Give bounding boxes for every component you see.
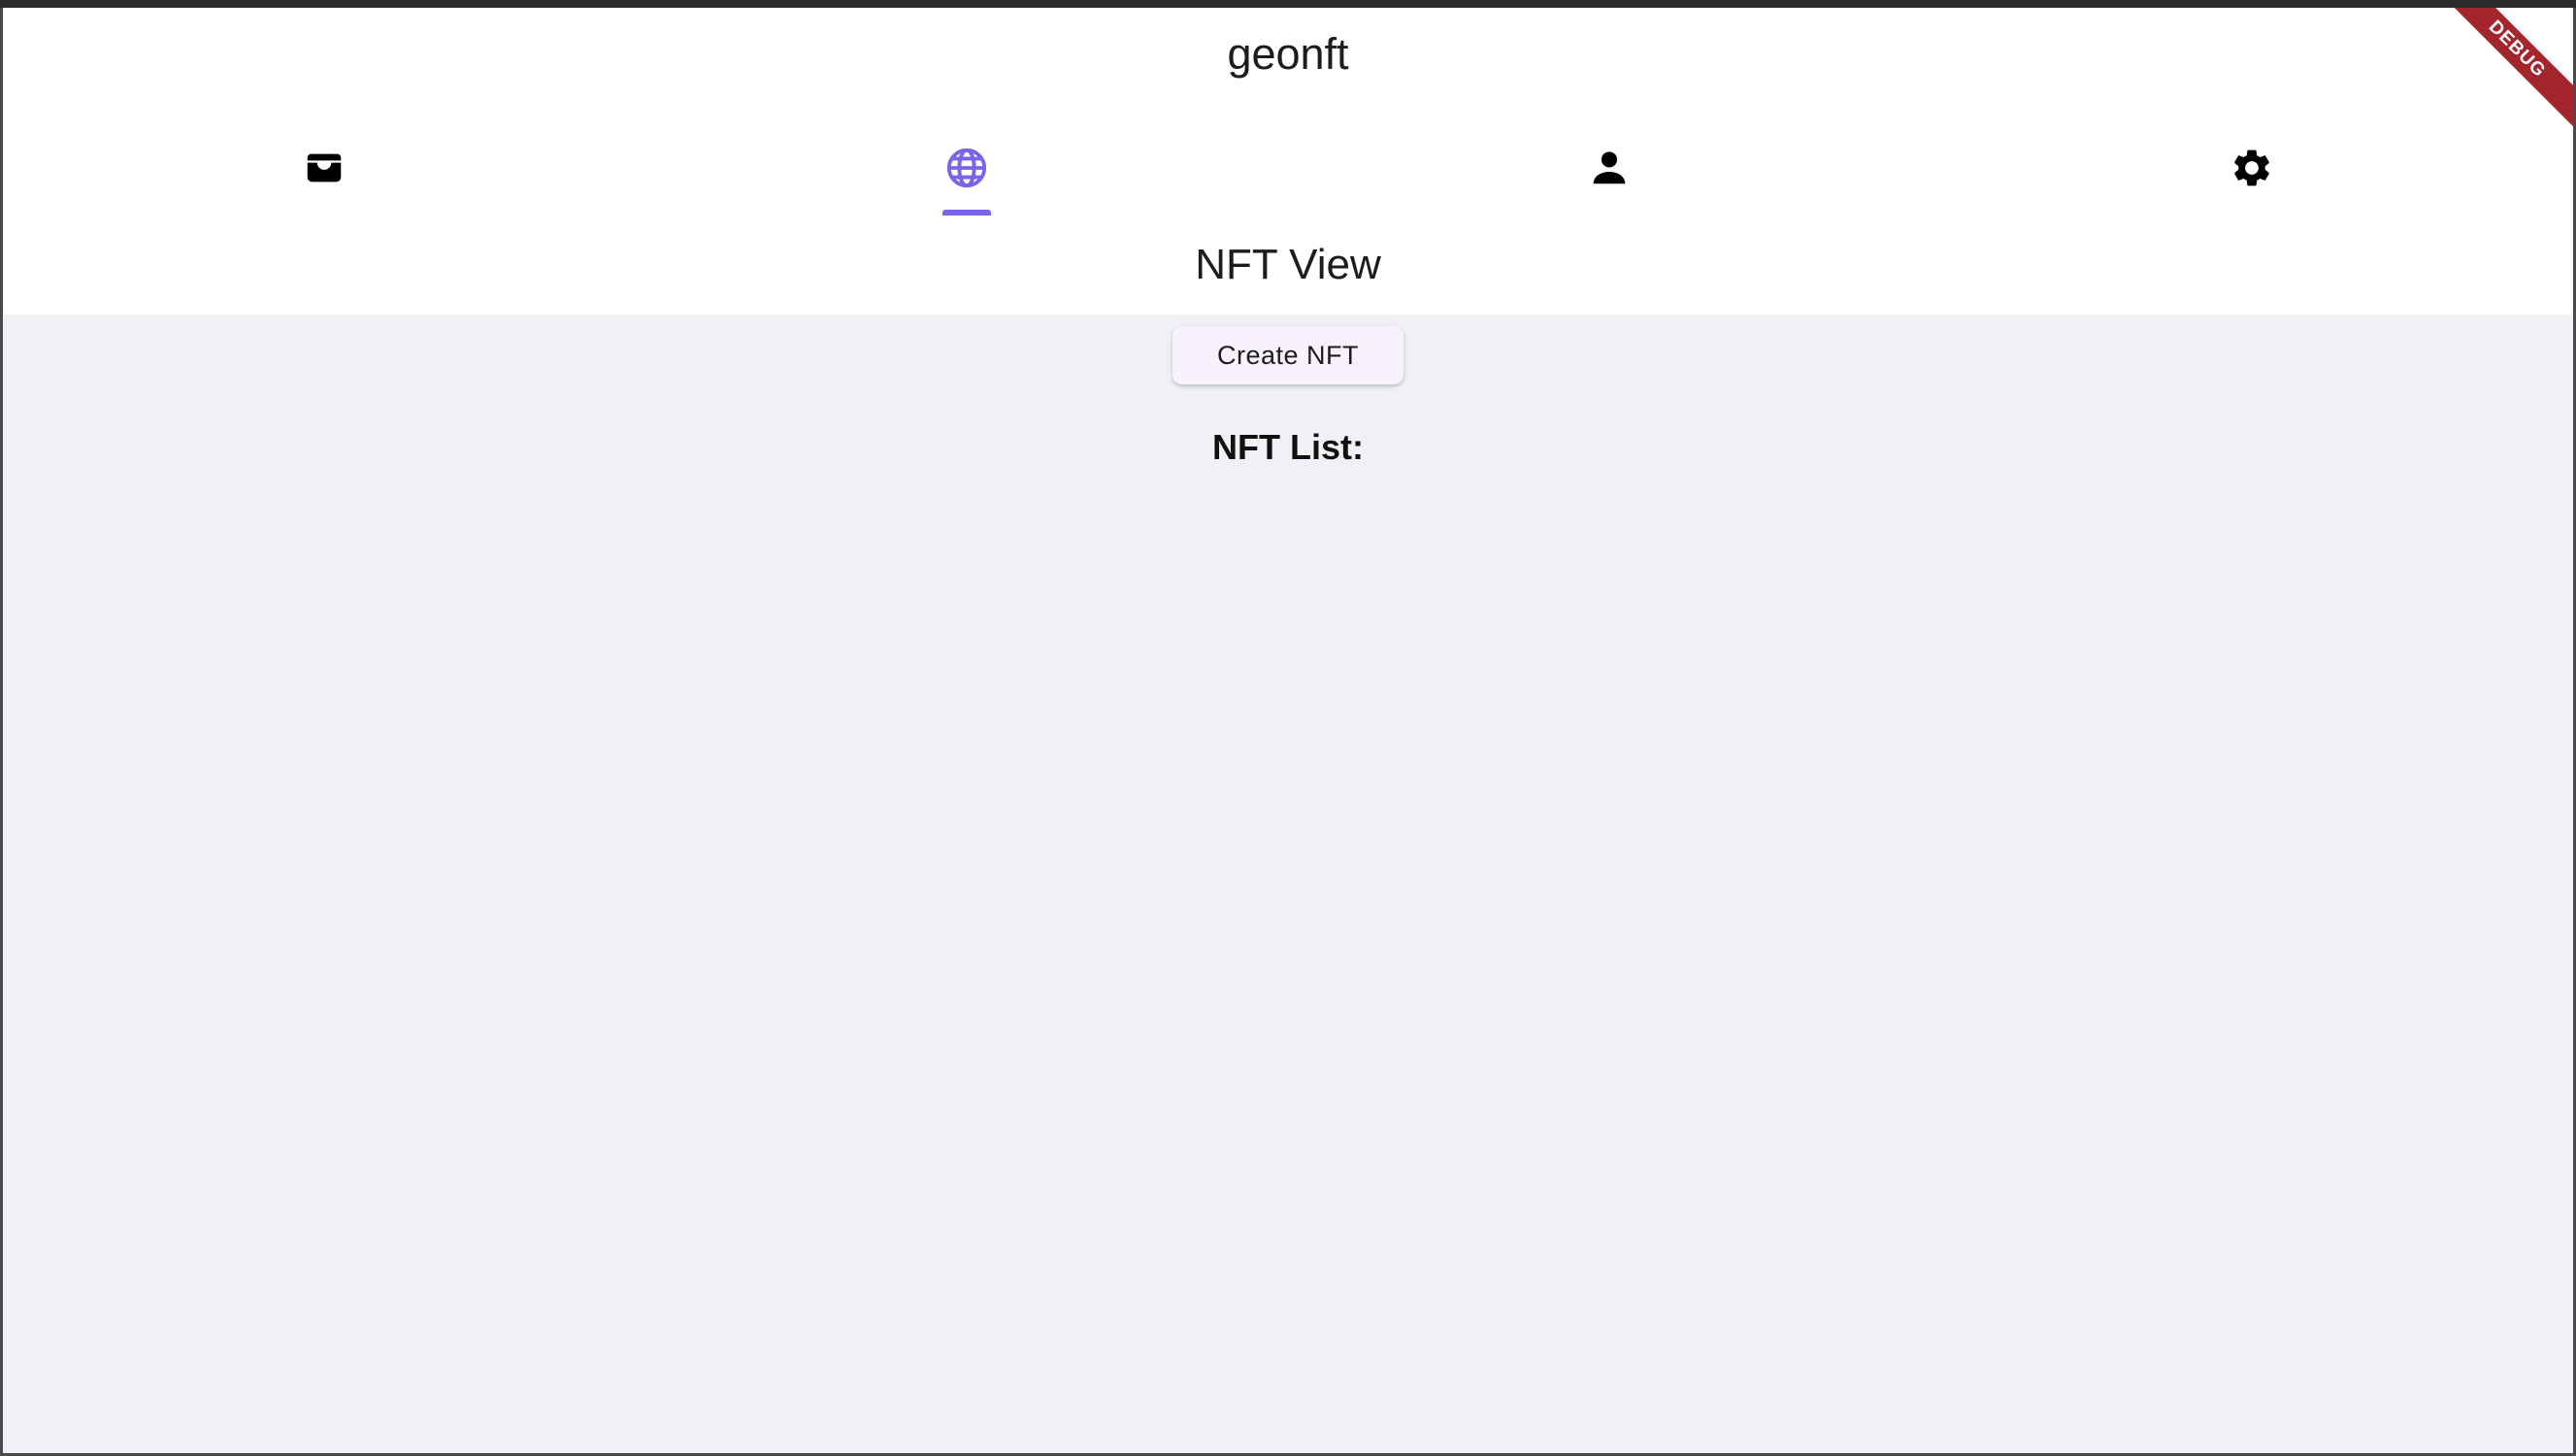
- tab-profile[interactable]: [1288, 116, 1931, 219]
- app-title: geonft: [1227, 29, 1349, 79]
- gear-icon: [2229, 146, 2274, 190]
- active-tab-indicator: [942, 210, 991, 215]
- globe-icon: [944, 146, 989, 190]
- wallet-icon: [302, 146, 347, 190]
- tab-settings[interactable]: [1931, 116, 2573, 219]
- nft-list-heading: NFT List:: [1212, 427, 1364, 467]
- tab-wallet[interactable]: [3, 116, 645, 219]
- nft-content: Create NFT NFT List:: [3, 314, 2573, 1453]
- tab-globe[interactable]: [645, 116, 1288, 219]
- app-window: geonft NFT View Create NFT NFT List: DEB…: [0, 8, 2576, 1456]
- tab-bar: [3, 116, 2573, 219]
- view-title: NFT View: [1195, 241, 1381, 288]
- person-icon: [1587, 146, 1632, 190]
- app-header: geonft NFT View: [3, 8, 2573, 314]
- create-nft-button[interactable]: Create NFT: [1172, 326, 1404, 384]
